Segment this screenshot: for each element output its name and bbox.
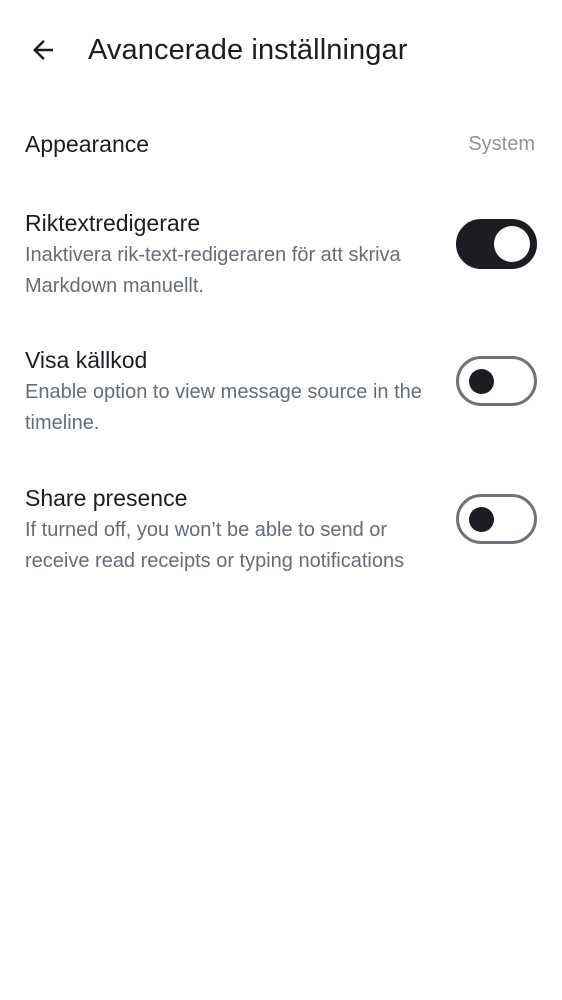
arrow-left-icon [28, 35, 58, 65]
toggle-knob [469, 368, 494, 394]
page-title: Avancerade inställningar [88, 34, 408, 66]
setting-value: System [468, 133, 535, 155]
toggle-knob [494, 226, 530, 262]
setting-title: Riktextredigerare [25, 210, 201, 236]
setting-title: Share presence [25, 485, 188, 511]
toggle-knob [469, 506, 494, 532]
setting-title: Visa källkod [25, 347, 148, 373]
setting-rich-text-editor[interactable]: Riktextredigerare Inaktivera rik-text-re… [0, 205, 562, 305]
setting-description: Inaktivera rik-text-redigeraren för att … [25, 244, 401, 297]
setting-share-presence[interactable]: Share presence If turned off, you won’t … [0, 480, 562, 610]
rich-text-editor-toggle[interactable] [456, 219, 537, 269]
setting-description: Enable option to view message source in … [25, 381, 422, 434]
setting-title: Appearance [25, 131, 150, 157]
setting-description: If turned off, you won’t be able to send… [25, 519, 405, 572]
top-app-bar: Avancerade inställningar [0, 0, 562, 100]
back-button[interactable] [20, 28, 66, 72]
setting-appearance[interactable]: Appearance System [0, 118, 562, 174]
share-presence-toggle[interactable] [456, 494, 537, 544]
setting-view-source[interactable]: Visa källkod Enable option to view messa… [0, 342, 562, 442]
view-source-toggle[interactable] [456, 356, 537, 406]
